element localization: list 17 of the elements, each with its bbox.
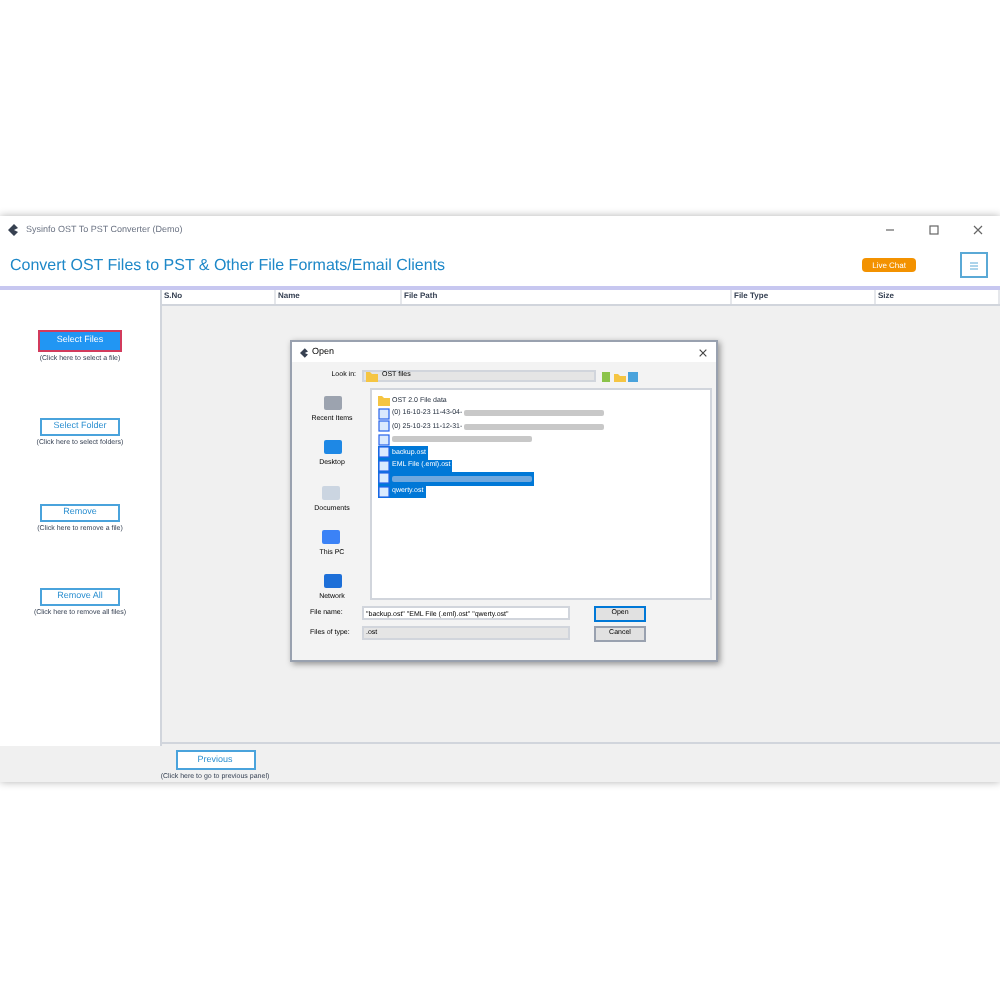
folder-icon <box>366 369 378 381</box>
close-icon[interactable] <box>972 224 984 236</box>
place-icon <box>320 527 343 546</box>
file-item[interactable] <box>378 472 534 485</box>
close-icon[interactable] <box>698 347 708 357</box>
menu-button[interactable] <box>960 252 988 278</box>
minimize-icon[interactable] <box>884 224 896 236</box>
maximize-icon[interactable] <box>928 224 940 236</box>
app-logo-icon <box>8 224 18 236</box>
header-title: Convert OST Files to PST & Other File Formats/Email Clients <box>10 253 446 277</box>
file-item[interactable] <box>378 433 534 446</box>
menu-icon <box>970 261 978 269</box>
place-icon <box>320 483 343 501</box>
place-icon <box>321 438 343 457</box>
place-icon <box>321 572 343 590</box>
place-icon <box>321 394 343 412</box>
app-logo-icon <box>300 347 308 357</box>
